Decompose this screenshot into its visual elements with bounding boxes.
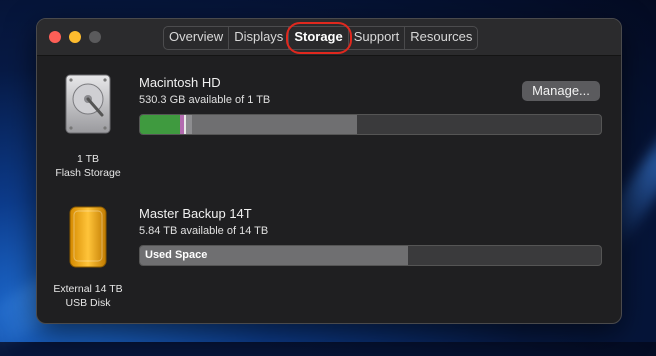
- drive-capacity-caption: 1 TB: [77, 153, 99, 165]
- used-segment: [192, 115, 357, 134]
- title-bar: Overview Displays Storage Support Resour…: [37, 19, 621, 56]
- drive-name: Master Backup 14T: [139, 206, 252, 221]
- tab-overview[interactable]: Overview: [164, 27, 230, 49]
- storage-usage-bar: [139, 114, 602, 135]
- external-disk-icon: [69, 206, 107, 268]
- hard-drive-icon: [65, 74, 111, 134]
- tab-support[interactable]: Support: [349, 27, 406, 49]
- drive-name: Macintosh HD: [139, 75, 221, 90]
- drive-icon-area: 1 TB Flash Storage: [47, 73, 129, 180]
- drive-capacity-caption: External 14 TB: [53, 283, 123, 295]
- tab-bar: Overview Displays Storage Support Resour…: [163, 22, 479, 54]
- drive-type-caption: Flash Storage: [55, 167, 121, 179]
- tab-resources[interactable]: Resources: [405, 27, 477, 49]
- zoom-button[interactable]: [89, 31, 101, 43]
- tab-displays[interactable]: Displays: [229, 27, 290, 49]
- apps-segment: [140, 115, 180, 134]
- drive-available-text: 530.3 GB available of 1 TB: [139, 94, 271, 106]
- used-space-label: Used Space: [145, 249, 208, 261]
- drive-type-caption: USB Disk: [65, 297, 111, 309]
- drive-available-text: 5.84 TB available of 14 TB: [139, 225, 269, 237]
- manage-button[interactable]: Manage...: [522, 81, 600, 101]
- drive-icon-area: External 14 TB USB Disk: [47, 205, 129, 310]
- close-button[interactable]: [49, 31, 61, 43]
- about-this-mac-window: Overview Displays Storage Support Resour…: [36, 18, 622, 324]
- tab-storage[interactable]: Storage: [286, 22, 353, 54]
- storage-usage-bar: Used Space: [139, 245, 602, 266]
- minimize-button[interactable]: [69, 31, 81, 43]
